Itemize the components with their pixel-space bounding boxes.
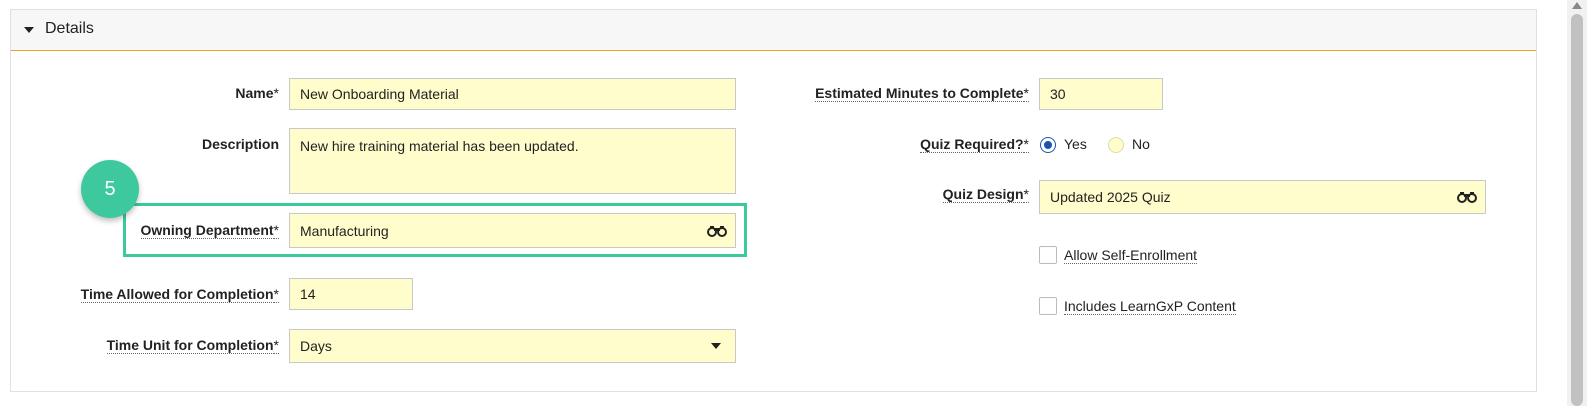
description-label: Description [201,136,279,152]
includes-learngxp-checkbox[interactable] [1039,297,1057,315]
description-textarea[interactable]: New hire training material has been upda… [289,128,736,194]
allow-self-enrollment-checkbox[interactable] [1039,246,1057,264]
chevron-down-icon[interactable] [711,343,721,349]
scrollbar-thumb[interactable] [1571,14,1583,406]
quiz-required-no-radio[interactable] [1108,137,1124,153]
estimated-minutes-input[interactable]: 30 [1039,78,1163,110]
caret-down-icon[interactable] [24,27,34,33]
scroll-up-arrow-icon[interactable] [1572,2,1582,9]
time-allowed-input[interactable]: 14 [289,278,413,310]
time-unit-label: Time Unit for Completion* [106,337,279,354]
details-section-header[interactable]: Details [11,10,1536,51]
quiz-required-yes-radio[interactable] [1040,137,1056,153]
vertical-scrollbar[interactable] [1567,0,1587,406]
quiz-design-value: Updated 2025 Quiz [1050,189,1171,205]
quiz-design-input[interactable]: Updated 2025 Quiz [1039,180,1486,214]
time-allowed-label: Time Allowed for Completion* [80,286,279,303]
estimated-minutes-label: Estimated Minutes to Complete* [815,85,1029,102]
step-number-badge: 5 [81,160,139,218]
quiz-required-yes-label[interactable]: Yes [1064,136,1087,152]
section-title: Details [45,20,94,37]
quiz-design-label: Quiz Design* [942,186,1029,203]
time-unit-select[interactable]: Days [289,329,736,363]
allow-self-enrollment-label[interactable]: Allow Self-Enrollment [1064,247,1198,264]
name-input[interactable]: New Onboarding Material [289,78,736,110]
quiz-required-label: Quiz Required?* [920,136,1029,153]
time-unit-value: Days [300,338,332,354]
name-label: Name* [235,85,279,101]
includes-learngxp-label[interactable]: Includes LearnGxP Content [1064,298,1236,315]
owning-department-highlight [123,203,747,257]
quiz-required-no-label[interactable]: No [1132,136,1150,152]
binoculars-icon[interactable] [1457,191,1477,203]
